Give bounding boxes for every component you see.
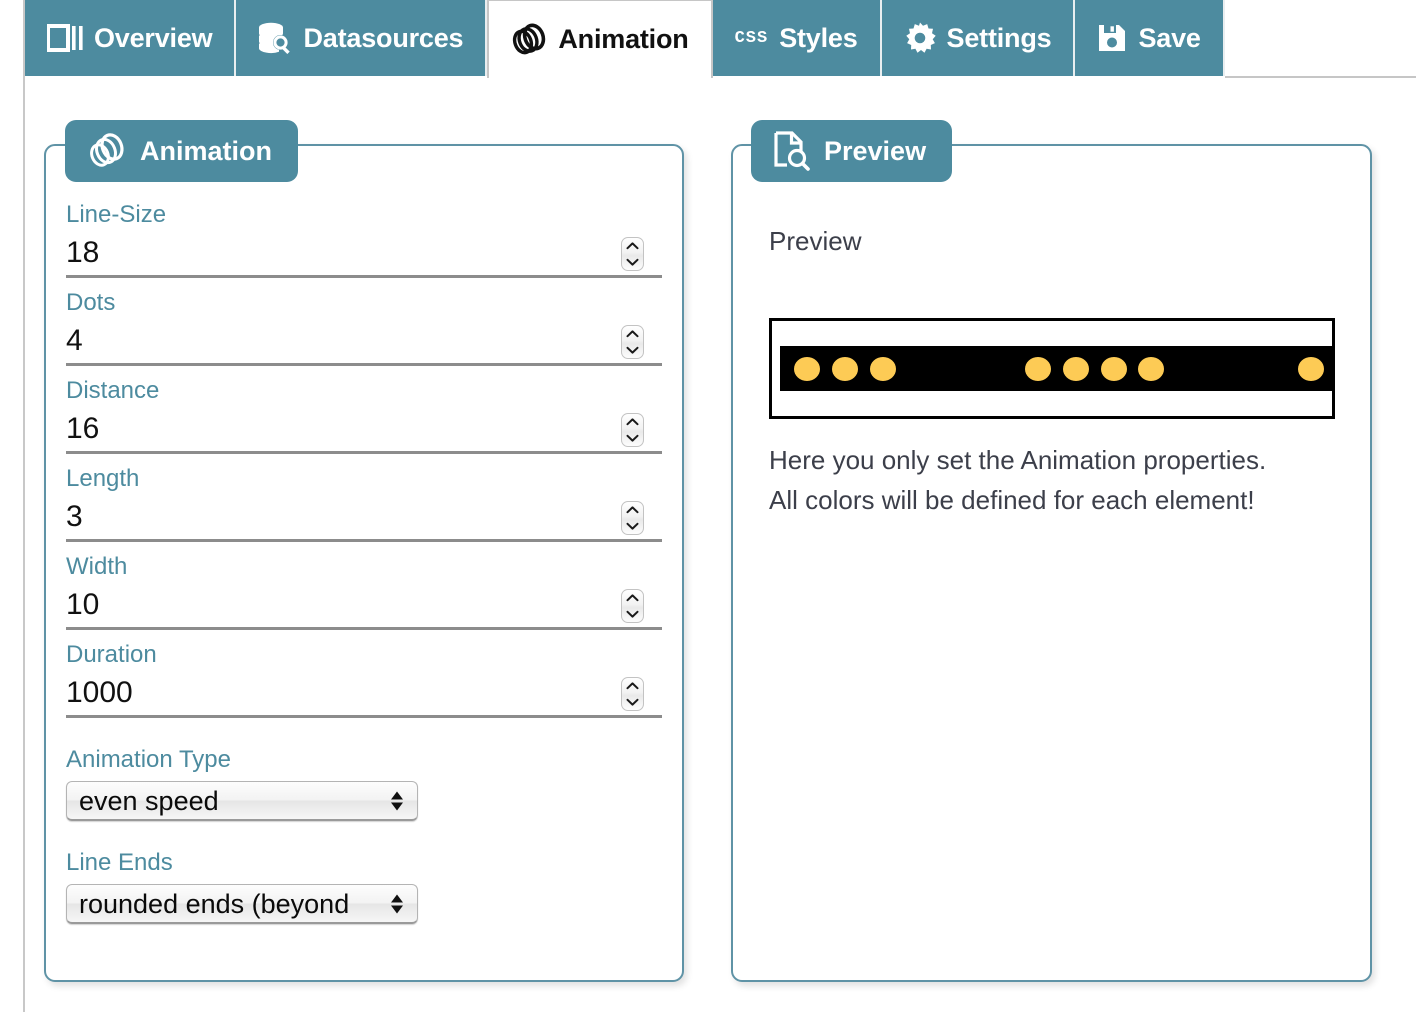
field-width: Width 10 (66, 542, 662, 630)
chevron-down-icon[interactable] (622, 254, 643, 270)
field-dots: Dots 4 (66, 278, 662, 366)
animation-strip (780, 346, 1332, 391)
select-arrows-icon (389, 894, 405, 914)
tab-bar-filler (1224, 0, 1416, 78)
select-line-ends[interactable]: rounded ends (beyond (66, 884, 418, 924)
animation-dot (1138, 356, 1164, 381)
animation-rings-icon (87, 132, 127, 170)
animation-dot (1298, 356, 1324, 381)
select-value: rounded ends (beyond (79, 888, 350, 919)
number-value: 16 (66, 411, 100, 445)
tab-label: Styles (779, 22, 858, 53)
animation-rings-icon (511, 23, 547, 57)
select-value: even speed (79, 785, 219, 816)
chevron-up-icon[interactable] (622, 678, 643, 694)
tab-overview[interactable]: Overview (25, 0, 237, 76)
stepper-width[interactable] (621, 588, 644, 623)
field-label: Duration (66, 641, 157, 668)
field-length: Length 3 (66, 454, 662, 542)
stepper-duration[interactable] (621, 676, 644, 711)
number-input-duration[interactable]: 1000 (66, 672, 662, 718)
document-search-icon (773, 131, 811, 171)
tab-settings[interactable]: Settings (881, 0, 1076, 76)
preview-panel-body: Preview Here you only set the Animation … (733, 190, 1370, 515)
number-value: 1000 (66, 675, 133, 709)
field-line-ends: Line Ends rounded ends (beyond (66, 821, 662, 924)
animation-dot (832, 356, 858, 381)
animation-panel: Animation Line-Size 18 Dots 4 Distance 1… (44, 120, 684, 982)
stepper-length[interactable] (621, 500, 644, 535)
tab-label: Save (1138, 22, 1201, 53)
field-duration: Duration 1000 (66, 630, 662, 718)
preview-panel: Preview Preview Here you only set the An… (731, 120, 1372, 982)
tab-animation[interactable]: Animation (487, 0, 713, 78)
chevron-down-icon[interactable] (622, 518, 643, 534)
animation-dot (1025, 356, 1051, 381)
preview-note-line-2: All colors will be defined for each elem… (769, 485, 1255, 515)
number-value: 3 (66, 499, 83, 533)
number-value: 18 (66, 235, 100, 269)
number-input-distance[interactable]: 16 (66, 408, 662, 454)
animation-panel-body: Line-Size 18 Dots 4 Distance 16 Length 3… (46, 190, 682, 924)
tab-label: Overview (94, 22, 213, 53)
number-input-length[interactable]: 3 (66, 496, 662, 542)
stepper-dots[interactable] (621, 324, 644, 359)
floppy-disk-icon (1097, 23, 1127, 53)
tab-datasources[interactable]: Datasources (236, 0, 488, 76)
select-arrows-icon (389, 791, 405, 811)
select-animation-type[interactable]: even speed (66, 781, 418, 821)
animation-dot (1063, 356, 1089, 381)
animation-panel-header: Animation (65, 120, 298, 182)
field-distance: Distance 16 (66, 366, 662, 454)
preview-render-box (769, 318, 1335, 419)
chevron-up-icon[interactable] (622, 326, 643, 342)
preview-panel-header: Preview (751, 120, 953, 182)
animation-dot (870, 356, 896, 381)
database-search-icon (258, 22, 292, 54)
chevron-up-icon[interactable] (622, 238, 643, 254)
field-label: Distance (66, 377, 160, 404)
panel-title: Animation (140, 135, 272, 166)
tab-label: Datasources (303, 22, 464, 53)
tab-label: Animation (558, 24, 689, 54)
number-value: 4 (66, 323, 83, 357)
layout-columns-icon (47, 24, 83, 52)
tab-styles[interactable]: CSS Styles (712, 0, 882, 76)
field-label: Animation Type (66, 746, 231, 773)
chevron-down-icon[interactable] (622, 342, 643, 358)
field-label: Length (66, 465, 140, 492)
preview-note-line-1: Here you only set the Animation properti… (769, 445, 1267, 475)
chevron-down-icon[interactable] (622, 694, 643, 710)
chevron-up-icon[interactable] (622, 502, 643, 518)
tab-save[interactable]: Save (1075, 0, 1225, 76)
chevron-down-icon[interactable] (622, 430, 643, 446)
animation-dot (794, 356, 820, 381)
field-label: Line Ends (66, 849, 173, 876)
chevron-up-icon[interactable] (622, 414, 643, 430)
number-input-width[interactable]: 10 (66, 584, 662, 630)
field-line-size: Line-Size 18 (66, 190, 662, 278)
animation-dot (1101, 356, 1127, 381)
number-input-dots[interactable]: 4 (66, 320, 662, 366)
gear-icon (904, 22, 936, 54)
panel-title: Preview (824, 135, 927, 166)
number-input-line-size[interactable]: 18 (66, 232, 662, 278)
main-tab-bar: Overview Datasources Animation CSS Style… (25, 0, 1416, 78)
number-value: 10 (66, 587, 100, 621)
field-label: Width (66, 553, 128, 580)
field-animation-type: Animation Type even speed (66, 718, 662, 821)
chevron-up-icon[interactable] (622, 590, 643, 606)
chevron-down-icon[interactable] (622, 606, 643, 622)
left-scroll-gutter (0, 0, 25, 1012)
stepper-distance[interactable] (621, 412, 644, 447)
preview-section-title: Preview (769, 226, 862, 256)
stepper-line-size[interactable] (621, 236, 644, 271)
field-label: Dots (66, 289, 116, 316)
field-label: Line-Size (66, 201, 167, 228)
css-text-icon: CSS (734, 28, 769, 48)
tab-label: Settings (946, 22, 1052, 53)
